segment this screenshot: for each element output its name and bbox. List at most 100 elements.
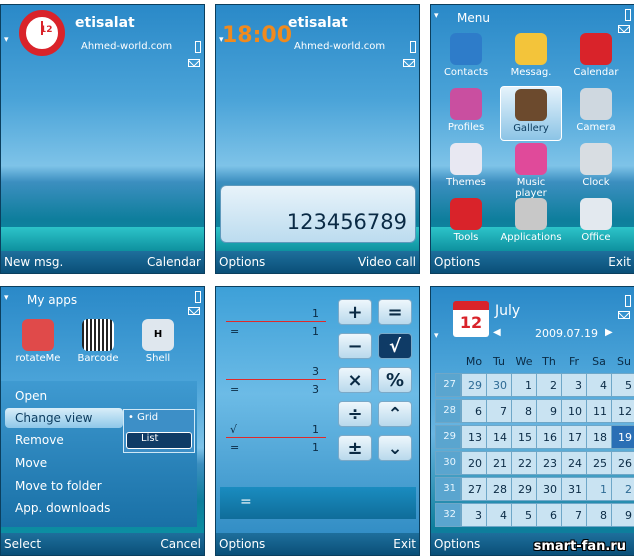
calendar-day[interactable]: 25 [586,451,612,475]
calendar-day[interactable]: 1 [511,373,537,397]
calendar-day[interactable]: 7 [486,399,512,423]
calendar-day[interactable]: 14 [486,425,512,449]
left-softkey[interactable]: Options [219,537,265,551]
menu-item-move[interactable]: Move [15,456,47,470]
calendar-day[interactable]: 23 [536,451,562,475]
calendar-day[interactable]: 9 [536,399,562,423]
prev-month-arrow-icon[interactable]: ◀ [493,327,501,338]
signal-icon: ▾ [219,35,224,45]
app-rotateme[interactable]: rotateMe [7,317,69,372]
calendar-day[interactable]: 1 [586,477,612,501]
left-softkey[interactable]: Options [434,255,480,269]
next-month-arrow-icon[interactable]: ▶ [605,327,613,338]
calendar-day[interactable]: 29 [511,477,537,501]
calendar-day[interactable]: 9 [611,503,634,527]
calendar-day[interactable]: 6 [536,503,562,527]
menu-app-profiles[interactable]: Profiles [435,86,497,141]
calendar-day[interactable]: 5 [611,373,634,397]
left-softkey[interactable]: Options [434,537,480,551]
right-softkey[interactable]: Cancel [160,537,201,551]
right-softkey[interactable]: Calendar [147,255,201,269]
clock-icon: 12 [19,10,65,56]
calc-key[interactable]: ± [338,435,372,461]
menu-app-contacts[interactable]: Contacts [435,31,497,86]
profiles-icon [450,88,482,120]
calendar-day[interactable]: 16 [536,425,562,449]
menu-app-music-player[interactable]: Music player [500,141,562,199]
calendar-day[interactable]: 30 [486,373,512,397]
menu-app-applications[interactable]: Applications [500,196,562,251]
menu-app-office[interactable]: Office [565,196,627,251]
calendar-day[interactable]: 10 [561,399,587,423]
left-softkey[interactable]: New msg. [4,255,63,269]
calc-key[interactable]: ⌄ [378,435,412,461]
calendar-day[interactable]: 13 [461,425,487,449]
calendar-day[interactable]: 2 [611,477,634,501]
calendar-day[interactable]: 8 [586,503,612,527]
menu-item-remove[interactable]: Remove [15,433,64,447]
menu-item-move-to-folder[interactable]: Move to folder [15,479,102,493]
tape-divider [226,321,326,322]
calendar-day[interactable]: 2 [536,373,562,397]
menu-app-messag-[interactable]: Messag. [500,31,562,86]
menu-app-tools[interactable]: Tools [435,196,497,251]
menu-app-camera[interactable]: Camera [565,86,627,141]
watermark: smart-fan.ru [533,539,626,554]
menu-app-themes[interactable]: Themes [435,141,497,196]
submenu-list[interactable]: List [126,432,192,449]
left-softkey[interactable]: Options [219,255,265,269]
calendar-day[interactable]: 12 [611,399,634,423]
calendar-day[interactable]: 20 [461,451,487,475]
calendar-day[interactable]: 29 [461,373,487,397]
calc-key[interactable]: − [338,333,372,359]
right-softkey[interactable]: Exit [393,537,416,551]
clock-number: 12 [40,25,53,35]
calendar-day[interactable]: 3 [461,503,487,527]
menu-item-change-view[interactable]: Change view [15,411,92,425]
calc-key[interactable]: % [378,367,412,393]
calendar-day[interactable]: 17 [561,425,587,449]
submenu-grid[interactable]: • Grid [128,412,158,423]
dial-input[interactable]: 123456789 [220,185,416,243]
calendar-day[interactable]: 27 [461,477,487,501]
calendar-day[interactable]: 4 [586,373,612,397]
calendar-day[interactable]: 26 [611,451,634,475]
calendar-day[interactable]: 22 [511,451,537,475]
calc-key[interactable]: ⌃ [378,401,412,427]
menu-app-gallery[interactable]: Gallery [500,86,562,141]
calendar-day[interactable]: 7 [561,503,587,527]
calendar-day[interactable]: 6 [461,399,487,423]
calc-key[interactable]: √ [378,333,412,359]
right-softkey[interactable]: Video call [358,255,416,269]
app-shell[interactable]: H Shell [127,317,189,372]
calendar-day[interactable]: 11 [586,399,612,423]
menu-app-calendar[interactable]: Calendar [565,31,627,86]
calendar-day[interactable]: 5 [511,503,537,527]
calendar-day[interactable]: 31 [561,477,587,501]
calendar-day[interactable]: 15 [511,425,537,449]
shell-icon: H [142,319,174,351]
menu-app-label: Office [581,232,611,243]
app-barcode[interactable]: Barcode [67,317,129,372]
calendar-day[interactable]: 8 [511,399,537,423]
calendar-day[interactable]: 3 [561,373,587,397]
left-softkey[interactable]: Select [4,537,41,551]
calendar-day[interactable]: 28 [486,477,512,501]
calc-key[interactable]: = [378,299,412,325]
calc-key[interactable]: × [338,367,372,393]
calendar-day[interactable]: 18 [586,425,612,449]
weekday-header: Su [617,355,631,368]
calendar-day[interactable]: 19 [611,425,634,449]
menu-app-clock[interactable]: Clock [565,141,627,196]
calendar-day[interactable]: 21 [486,451,512,475]
right-softkey[interactable]: Exit [608,255,631,269]
menu-item-app-downloads[interactable]: App. downloads [15,501,110,515]
operator-domain: Ahmed-world.com [294,41,386,52]
calc-key[interactable]: ÷ [338,401,372,427]
calendar-day[interactable]: 4 [486,503,512,527]
calendar-day[interactable]: 24 [561,451,587,475]
calculator-screen: 1 = 1 3 = 3 √ 1 = 1 + = − √ ×% ÷ ⌃ ± ⌄ = Options Exit [215,286,420,556]
calendar-day[interactable]: 30 [536,477,562,501]
menu-item-open[interactable]: Open [15,389,47,403]
calc-key[interactable]: + [338,299,372,325]
